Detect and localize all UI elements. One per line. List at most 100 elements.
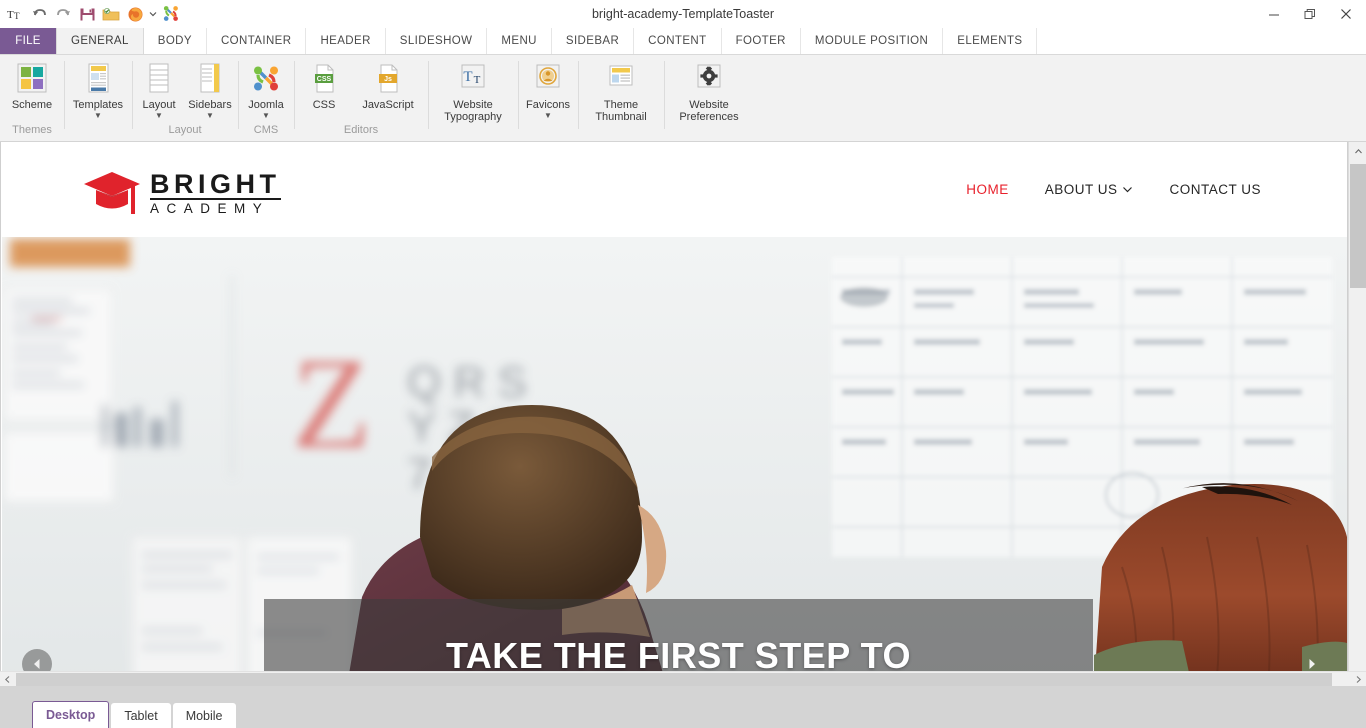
graduation-cap-icon [84,172,140,214]
scheme-label: Scheme [11,99,53,111]
window-controls [1256,0,1364,28]
svg-text:T: T [7,9,14,21]
device-tab-desktop[interactable]: Desktop [32,701,110,728]
scroll-left-icon[interactable] [0,672,15,687]
scroll-up-icon[interactable] [1349,142,1366,160]
title-bar: bright-academy-TemplateToaster TT [0,0,1366,28]
tab-header[interactable]: HEADER [306,28,386,54]
vertical-scrollbar[interactable] [1348,142,1366,686]
nav-item-home[interactable]: HOME [966,182,1009,197]
minimize-button[interactable] [1256,1,1292,27]
website-preferences-label: Website Preferences [679,99,739,123]
sidebars-icon [196,62,224,96]
nav-item-home-label: HOME [966,182,1009,197]
tab-file[interactable]: FILE [0,28,56,54]
website-typography-button[interactable]: T T Website Typography [430,59,516,123]
scheme-button[interactable]: Scheme [2,59,62,111]
tab-footer[interactable]: FOOTER [722,28,801,54]
chevron-down-icon[interactable]: ▼ [94,112,102,120]
sidebars-label: Sidebars [188,99,232,111]
open-folder-icon[interactable] [100,3,122,25]
svg-text:Q R S: Q R S [407,358,527,407]
ribbon-group-label-editors: Editors [343,124,379,136]
site-header: BRIGHT ACADEMY HOME ABOUT US CONTACT US [2,142,1347,237]
svg-text:Z: Z [292,332,371,476]
css-file-icon: CSS [310,62,338,96]
close-button[interactable] [1328,1,1364,27]
tab-slideshow[interactable]: SLIDESHOW [386,28,488,54]
ribbon-group-layout: Layout ▼ Sidebars ▼ Layout [132,55,238,142]
svg-text:Js: Js [384,76,392,83]
sidebars-button[interactable]: Sidebars ▼ [184,59,236,120]
chevron-down-icon[interactable]: ▼ [206,112,214,120]
firefox-preview-icon[interactable] [124,3,146,25]
ribbon-group-cms: Joomla ▼ CMS [238,55,294,142]
joomla-icon [250,62,282,96]
joomla-export-icon[interactable] [160,3,182,25]
templates-button[interactable]: Templates ▼ [66,59,130,120]
svg-text:CSS: CSS [317,76,332,83]
svg-text:T: T [463,69,472,85]
logo-brand: BRIGHT [150,169,281,199]
favicons-icon [533,62,563,96]
typography-icon: T T [458,62,488,96]
layout-icon [145,62,173,96]
device-tab-mobile[interactable]: Mobile [172,703,236,728]
tab-menu[interactable]: MENU [487,28,552,54]
nav-item-contact-us[interactable]: CONTACT US [1169,182,1261,197]
bottom-status-bar: Desktop Tablet Mobile [0,686,1366,728]
logo-subtitle: ACADEMY [150,198,281,217]
tab-elements[interactable]: ELEMENTS [943,28,1038,54]
ribbon-group-theme-thumbnail: Theme Thumbnail [578,55,664,142]
tab-general[interactable]: GENERAL [56,28,144,54]
ribbon-group-typography: T T Website Typography [428,55,518,142]
ribbon-group-label-layout: Layout [168,124,202,136]
save-icon[interactable] [76,3,98,25]
chevron-down-icon[interactable]: ▼ [155,112,163,120]
joomla-button[interactable]: Joomla ▼ [240,59,292,120]
restore-button[interactable] [1292,1,1328,27]
horizontal-scrollbar[interactable] [0,671,1366,686]
tab-module-position[interactable]: MODULE POSITION [801,28,944,54]
chevron-down-icon[interactable] [148,3,158,25]
templates-label: Templates [72,99,124,111]
device-preview-tabs: Desktop Tablet Mobile [32,701,238,728]
svg-text:T: T [14,11,20,21]
ribbon-group-label-themes: Themes [12,124,52,136]
vertical-scrollbar-thumb[interactable] [1350,164,1366,288]
css-button[interactable]: CSS CSS [296,59,352,111]
window-title: bright-academy-TemplateToaster [591,7,775,21]
website-preview-canvas: BRIGHT ACADEMY HOME ABOUT US CONTACT US [0,142,1366,686]
favicons-button[interactable]: Favicons ▼ [520,59,576,120]
ribbon-toolbar: Scheme Themes Templates ▼ Layout ▼ Sideb… [0,55,1366,142]
scroll-right-icon[interactable] [1351,672,1366,687]
ribbon-group-label-templates [64,123,132,142]
ribbon-group-label-favicons [518,123,578,142]
chevron-down-icon[interactable]: ▼ [544,112,552,120]
tab-container[interactable]: CONTAINER [207,28,307,54]
ribbon-group-templates: Templates ▼ [64,55,132,142]
nav-item-about-us-label: ABOUT US [1044,182,1118,197]
website-preferences-button[interactable]: Website Preferences [666,59,752,123]
horizontal-scrollbar-thumb[interactable] [16,673,1332,686]
ribbon-group-label-typography [428,123,518,142]
chevron-down-icon[interactable]: ▼ [262,112,270,120]
logo-wordmark: BRIGHT ACADEMY [150,171,281,217]
layout-button[interactable]: Layout ▼ [134,59,184,120]
nav-item-about-us[interactable]: ABOUT US [1045,182,1134,197]
javascript-button[interactable]: Js JavaScript [352,59,424,111]
javascript-file-icon: Js [374,62,402,96]
theme-thumbnail-label: Theme Thumbnail [595,99,647,123]
ribbon-group-favicons: Favicons ▼ [518,55,578,142]
tab-body[interactable]: BODY [144,28,207,54]
favicons-label: Favicons [525,99,571,111]
typography-icon[interactable]: TT [4,3,26,25]
site-logo[interactable]: BRIGHT ACADEMY [82,170,281,218]
tab-content[interactable]: CONTENT [634,28,722,54]
undo-icon[interactable] [28,3,50,25]
theme-thumbnail-button[interactable]: Theme Thumbnail [580,59,662,123]
tab-sidebar[interactable]: SIDEBAR [552,28,635,54]
redo-icon[interactable] [52,3,74,25]
device-tab-tablet[interactable]: Tablet [111,703,171,728]
quick-access-toolbar: TT [4,3,182,25]
